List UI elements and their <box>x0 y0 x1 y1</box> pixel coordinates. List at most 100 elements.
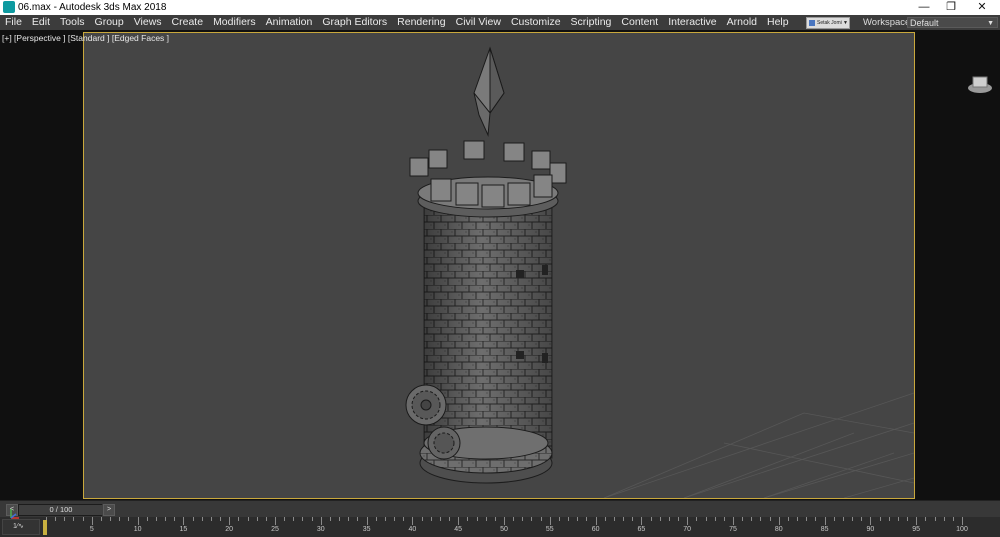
menu-content[interactable]: Content <box>616 15 663 30</box>
menu-civil-view[interactable]: Civil View <box>451 15 506 30</box>
menu-views[interactable]: Views <box>129 15 167 30</box>
menu-scripting[interactable]: Scripting <box>566 15 617 30</box>
ruler-tick <box>879 517 881 521</box>
menu-edit[interactable]: Edit <box>27 15 55 30</box>
ruler-tick <box>174 517 176 521</box>
castle-tower-mesh[interactable] <box>84 33 914 498</box>
current-frame-marker[interactable] <box>43 520 47 535</box>
viewport-label-menu[interactable]: [+] [Perspective ] [Standard ] [Edged Fa… <box>2 33 169 43</box>
ruler-tick <box>797 517 799 521</box>
ruler-label: 45 <box>454 526 463 533</box>
ruler-label: 90 <box>866 526 875 533</box>
ruler-tick <box>613 517 615 521</box>
ruler-tick <box>659 517 661 521</box>
ruler-tick <box>302 517 304 521</box>
time-slider-track[interactable]: 0 / 100 <box>18 504 103 516</box>
next-frame-button[interactable]: > <box>103 504 115 516</box>
ruler-tick <box>247 517 249 521</box>
user-account-dropdown[interactable]: Setak Jomi ▼ <box>806 17 850 29</box>
ruler-tick <box>357 517 359 521</box>
ruler-tick <box>403 517 405 521</box>
menu-rendering[interactable]: Rendering <box>392 15 450 30</box>
ruler-tick <box>513 517 515 521</box>
chevron-down-icon: ▼ <box>843 20 848 26</box>
ruler-tick <box>55 517 57 521</box>
ruler-tick <box>852 517 854 521</box>
ruler-label: 55 <box>545 526 554 533</box>
menu-arnold[interactable]: Arnold <box>722 15 762 30</box>
spire-crystal <box>473 46 505 137</box>
ruler-tick <box>293 517 295 521</box>
ruler-tick <box>439 517 441 521</box>
viewport-area: [+] [Perspective ] [Standard ] [Edged Fa… <box>0 30 1000 519</box>
ruler-tick <box>549 517 551 525</box>
menu-help[interactable]: Help <box>762 15 794 30</box>
user-icon <box>809 20 815 26</box>
perspective-viewport[interactable] <box>83 32 915 499</box>
ruler-tick <box>192 517 194 521</box>
ruler-tick <box>723 517 725 521</box>
menu-bar: File Edit Tools Group Views Create Modifiers An… <box>0 15 1000 30</box>
ruler-tick <box>668 517 670 521</box>
menu-interactive[interactable]: Interactive <box>663 15 721 30</box>
frame-ruler[interactable]: 5 10 15 20 25 30 35 40 45 50 55 60 65 70 75 80 85 90 95 100 <box>42 517 1000 537</box>
menu-group[interactable]: Group <box>90 15 129 30</box>
ruler-tick <box>119 517 121 521</box>
ruler-tick <box>311 517 313 521</box>
ruler-tick <box>384 517 386 521</box>
ruler-tick <box>100 517 102 521</box>
ruler-tick <box>394 517 396 521</box>
window-title: 06.max - Autodesk 3ds Max 2018 <box>18 2 167 13</box>
ruler-tick <box>275 517 276 525</box>
ruler-tick <box>632 517 634 521</box>
app-icon <box>3 1 15 13</box>
ruler-tick <box>320 517 322 525</box>
ruler-tick <box>650 517 652 521</box>
ruler-tick <box>842 517 844 521</box>
ruler-tick <box>696 517 698 521</box>
menu-tools[interactable]: Tools <box>55 15 90 30</box>
ruler-label: 70 <box>683 526 692 533</box>
ruler-tick <box>558 517 560 521</box>
menu-customize[interactable]: Customize <box>506 15 566 30</box>
ruler-tick <box>165 517 167 521</box>
ruler-tick <box>778 517 780 525</box>
axis-tripod-icon <box>10 509 19 519</box>
ruler-tick <box>155 517 157 521</box>
ruler-tick <box>943 517 945 521</box>
ruler-tick <box>256 517 258 521</box>
ruler-tick <box>888 517 890 521</box>
menu-modifiers[interactable]: Modifiers <box>208 15 261 30</box>
menu-create[interactable]: Create <box>167 15 209 30</box>
workspaces-select[interactable]: Default ▼ <box>907 17 998 28</box>
ruler-tick <box>962 517 963 525</box>
menu-animation[interactable]: Animation <box>261 15 318 30</box>
ruler-tick <box>91 517 93 525</box>
main-menu: File Edit Tools Group Views Create Modifiers An… <box>0 15 794 30</box>
ruler-tick <box>641 517 643 525</box>
track-bar[interactable]: 1⁄∿ 5 10 15 20 25 30 35 40 45 50 55 60 65 70 75 80 85 90 9… <box>0 517 1000 537</box>
time-slider-thumb[interactable]: 0 / 100 <box>19 505 103 515</box>
ruler-tick <box>787 517 789 521</box>
ruler-tick <box>421 517 423 521</box>
ruler-tick <box>229 517 231 525</box>
maximize-button[interactable]: ❐ <box>937 0 965 15</box>
menu-graph-editors[interactable]: Graph Editors <box>317 15 392 30</box>
ruler-tick <box>861 517 863 521</box>
ruler-tick <box>329 517 331 521</box>
ruler-label: 95 <box>912 526 921 533</box>
ruler-label: 25 <box>271 526 279 533</box>
ruler-tick <box>934 517 936 521</box>
ruler-tick <box>366 517 368 525</box>
ruler-tick <box>494 517 496 521</box>
viewcube-icon[interactable] <box>966 74 994 94</box>
title-bar: 06.max - Autodesk 3ds Max 2018 — ❐ ✕ <box>0 0 1000 15</box>
ruler-tick <box>412 517 414 525</box>
ruler-tick <box>916 517 918 525</box>
ruler-tick <box>760 517 762 521</box>
menu-file[interactable]: File <box>0 15 27 30</box>
close-button[interactable]: ✕ <box>968 0 996 15</box>
minimize-button[interactable]: — <box>910 0 938 15</box>
ruler-tick <box>833 517 835 521</box>
ruler-tick <box>449 517 451 521</box>
